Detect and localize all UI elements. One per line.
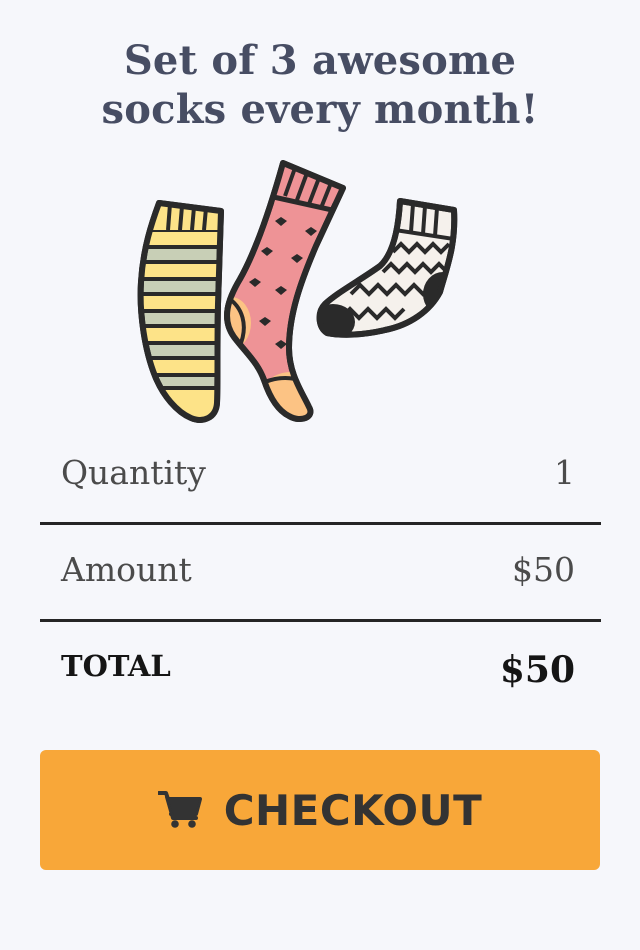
quantity-label: Quantity <box>61 452 206 492</box>
order-summary: Quantity 1 Amount $50 TOTAL $50 <box>40 428 601 717</box>
total-label: TOTAL <box>61 649 171 683</box>
zigzag-sock <box>316 198 458 338</box>
product-title-line-1: Set of 3 awesome <box>123 37 517 84</box>
socks-illustration <box>137 160 458 423</box>
quantity-value: 1 <box>554 452 575 492</box>
amount-row: Amount $50 <box>40 525 601 622</box>
amount-label: Amount <box>61 549 192 589</box>
total-value: $50 <box>499 648 575 691</box>
cart-icon <box>157 791 202 828</box>
amount-value: $50 <box>512 549 575 589</box>
total-row: TOTAL $50 <box>40 622 601 717</box>
quantity-row: Quantity 1 <box>40 428 601 525</box>
checkout-button[interactable]: CHECKOUT <box>40 750 600 870</box>
product-title-line-2: socks every month! <box>101 86 539 133</box>
checkout-button-label: CHECKOUT <box>223 785 483 835</box>
product-title: Set of 3 awesome socks every month! <box>40 36 600 134</box>
checkout-page: Set of 3 awesome socks every month! Quan… <box>0 0 640 950</box>
